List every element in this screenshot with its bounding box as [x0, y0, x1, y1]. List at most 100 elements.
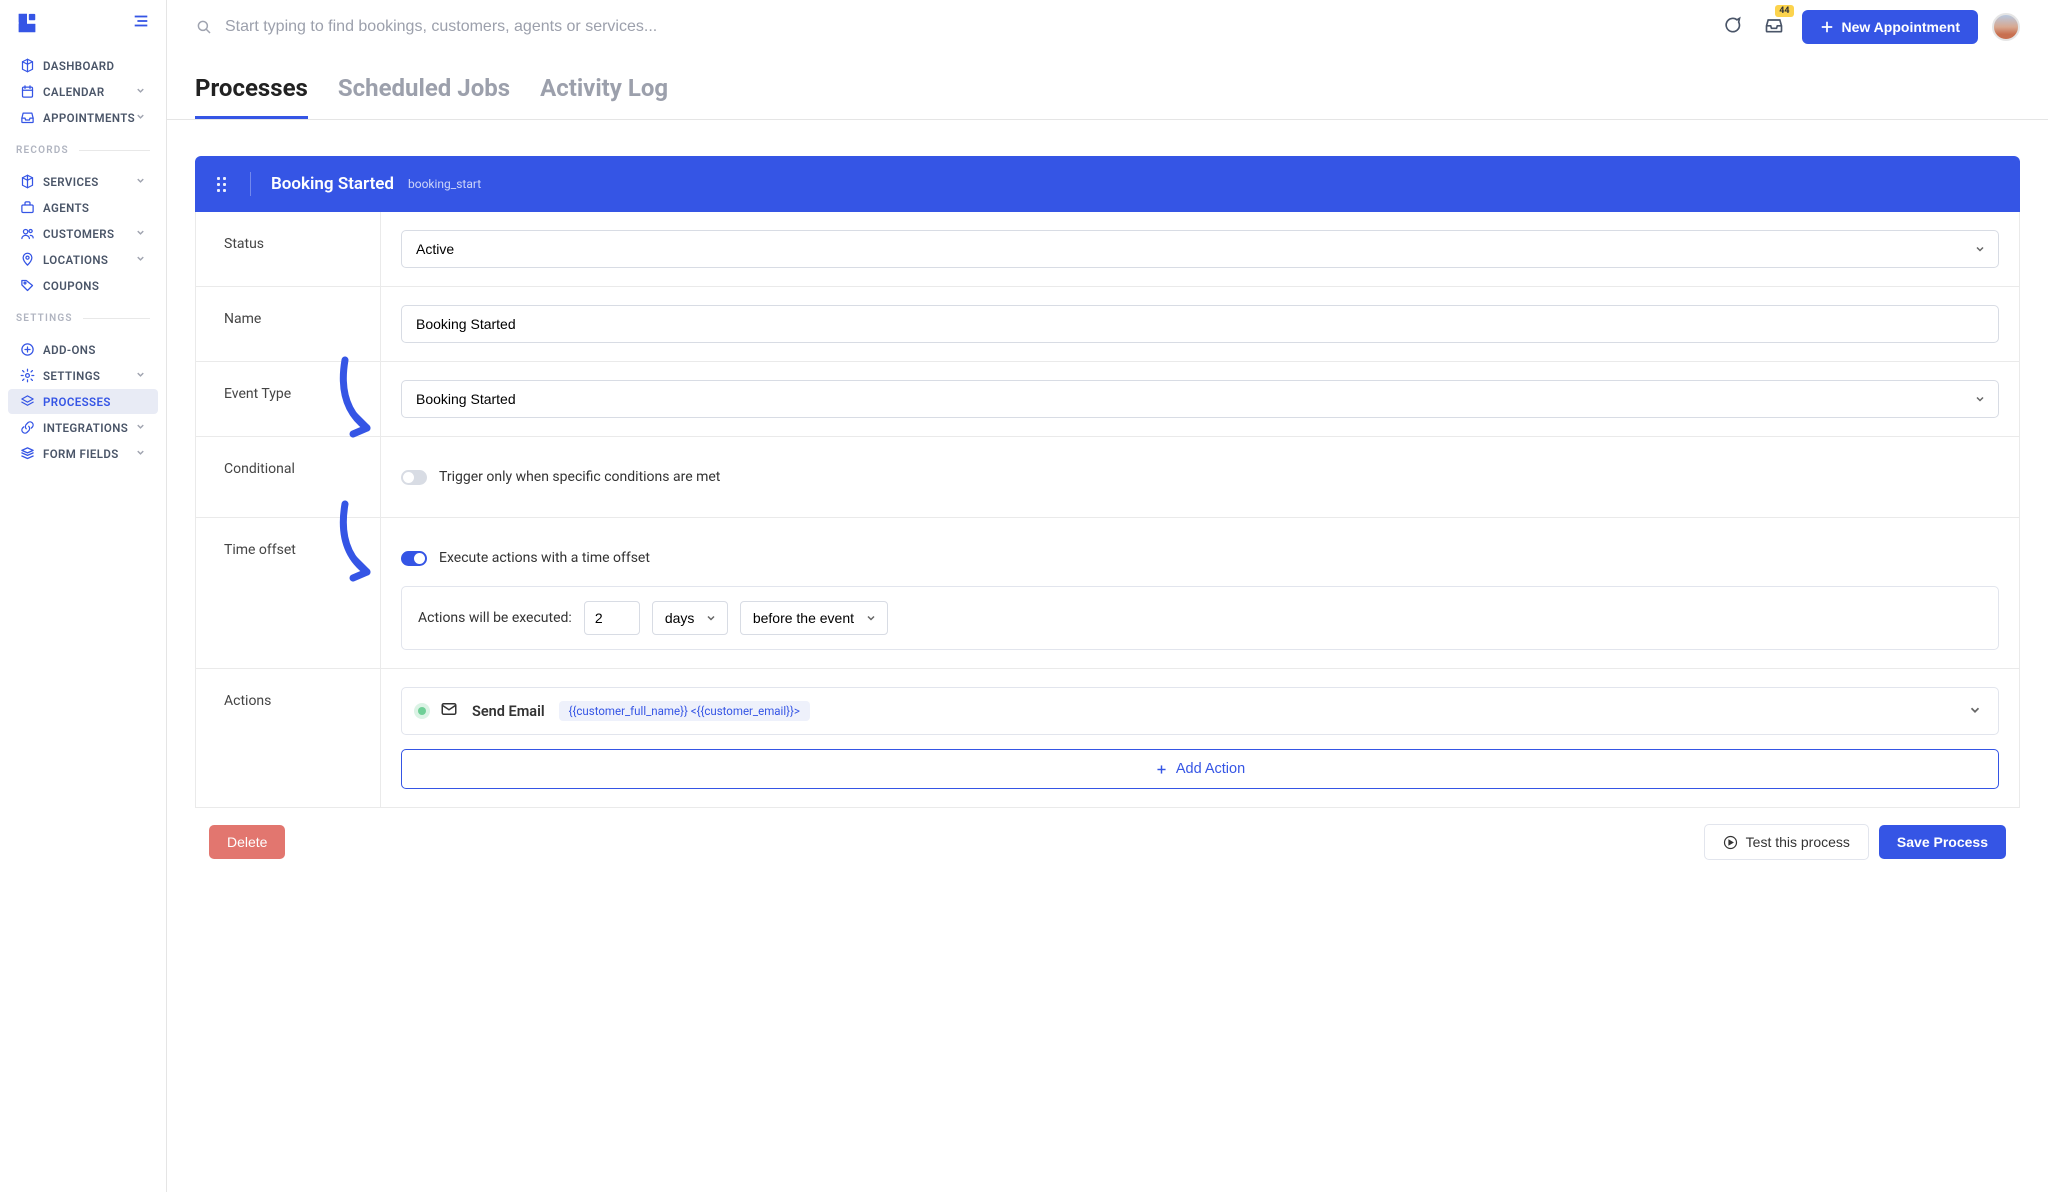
search-input[interactable]	[225, 18, 1704, 36]
time-offset-toggle-label: Execute actions with a time offset	[439, 550, 650, 566]
status-label: Status	[196, 212, 381, 286]
offset-unit-select[interactable]: days	[652, 601, 728, 635]
tab-scheduled-jobs[interactable]: Scheduled Jobs	[338, 74, 510, 119]
test-process-button[interactable]: Test this process	[1704, 824, 1869, 860]
offset-exec-text: Actions will be executed:	[418, 610, 572, 626]
topbar: 44 New Appointment	[167, 0, 2048, 54]
avatar[interactable]	[1992, 13, 2020, 41]
status-select[interactable]: Active	[401, 230, 1999, 268]
panel-footer: Delete Test this process Save Process	[195, 808, 2020, 876]
nav-item-label: SERVICES	[43, 175, 99, 189]
plus-circle-icon	[20, 342, 35, 357]
sidebar-item-services[interactable]: SERVICES	[8, 169, 158, 194]
chevron-down-icon	[135, 111, 146, 125]
sidebar-item-calendar[interactable]: CALENDAR	[8, 79, 158, 104]
nav-item-label: CALENDAR	[43, 85, 105, 99]
briefcase-icon	[20, 200, 35, 215]
offset-value-input[interactable]	[584, 601, 640, 635]
nav-item-label: COUPONS	[43, 279, 99, 293]
pin-icon	[20, 252, 35, 267]
name-input[interactable]	[401, 305, 1999, 343]
calendar-icon	[20, 84, 35, 99]
chevron-down-icon	[135, 421, 146, 435]
chevron-down-icon	[135, 253, 146, 267]
inbox-icon[interactable]: 44	[1760, 11, 1788, 43]
notification-badge: 44	[1775, 5, 1793, 17]
status-dot-icon	[418, 707, 426, 715]
add-action-button[interactable]: Add Action	[401, 749, 1999, 789]
sidebar-item-agents[interactable]: AGENTS	[8, 195, 158, 220]
drag-handle-icon[interactable]	[217, 177, 226, 192]
event-type-select[interactable]: Booking Started	[401, 380, 1999, 418]
sidebar-item-dashboard[interactable]: DASHBOARD	[8, 53, 158, 78]
process-panel: Booking Started booking_start Status Act…	[195, 156, 2020, 876]
nav-item-label: AGENTS	[43, 201, 89, 215]
nav-item-label: LOCATIONS	[43, 253, 108, 267]
nav-item-label: PROCESSES	[43, 395, 111, 409]
action-title: Send Email	[472, 703, 545, 720]
offset-config: Actions will be executed: days before th…	[401, 586, 1999, 650]
conditional-toggle-label: Trigger only when specific conditions ar…	[439, 469, 720, 485]
section-settings-title: SETTINGS	[0, 305, 166, 330]
sidebar-item-customers[interactable]: CUSTOMERS	[8, 221, 158, 246]
logo[interactable]	[16, 12, 38, 34]
nav-item-label: INTEGRATIONS	[43, 421, 128, 435]
offset-relative-select[interactable]: before the event	[740, 601, 888, 635]
name-label: Name	[196, 287, 381, 361]
stack-icon	[20, 446, 35, 461]
layers-icon	[20, 394, 35, 409]
menu-toggle-icon[interactable]	[132, 12, 150, 34]
chat-icon[interactable]	[1718, 11, 1746, 43]
chevron-down-icon	[135, 85, 146, 99]
inbox-icon	[20, 110, 35, 125]
conditional-label: Conditional	[196, 437, 381, 517]
new-appointment-button[interactable]: New Appointment	[1802, 10, 1978, 44]
plus-icon	[1820, 20, 1834, 34]
time-offset-toggle[interactable]	[401, 551, 427, 566]
sidebar-item-form-fields[interactable]: FORM FIELDS	[8, 441, 158, 466]
nav-item-label: CUSTOMERS	[43, 227, 114, 241]
action-item[interactable]: Send Email {{customer_full_name}} <{{cus…	[401, 687, 1999, 735]
chevron-down-icon	[135, 447, 146, 461]
save-process-button[interactable]: Save Process	[1879, 825, 2006, 859]
nav-item-label: SETTINGS	[43, 369, 100, 383]
envelope-icon	[440, 700, 458, 722]
sidebar: DASHBOARD CALENDAR APPOINTMENTS RECORDS SE…	[0, 0, 167, 1192]
nav-item-label: FORM FIELDS	[43, 447, 119, 461]
nav-item-label: DASHBOARD	[43, 59, 114, 73]
link-icon	[20, 420, 35, 435]
panel-title: Booking Started	[271, 174, 394, 194]
chevron-down-icon	[135, 175, 146, 189]
chevron-down-icon	[135, 369, 146, 383]
sidebar-item-appointments[interactable]: APPOINTMENTS	[8, 105, 158, 130]
delete-button[interactable]: Delete	[209, 825, 285, 859]
tag-icon	[20, 278, 35, 293]
sidebar-item-addons[interactable]: ADD-ONS	[8, 337, 158, 362]
tab-processes[interactable]: Processes	[195, 74, 308, 119]
sidebar-item-processes[interactable]: PROCESSES	[8, 389, 158, 414]
cube-icon	[20, 58, 35, 73]
action-recipient-pill: {{customer_full_name}} <{{customer_email…	[559, 701, 810, 721]
play-circle-icon	[1723, 835, 1738, 850]
sidebar-item-integrations[interactable]: INTEGRATIONS	[8, 415, 158, 440]
sidebar-item-locations[interactable]: LOCATIONS	[8, 247, 158, 272]
time-offset-label: Time offset	[196, 518, 381, 668]
search-icon	[195, 18, 213, 36]
tabs: Processes Scheduled Jobs Activity Log	[167, 54, 2048, 120]
actions-label: Actions	[196, 669, 381, 807]
sidebar-item-coupons[interactable]: COUPONS	[8, 273, 158, 298]
panel-slug: booking_start	[408, 177, 481, 191]
search-wrapper	[195, 18, 1704, 36]
chevron-down-icon	[135, 227, 146, 241]
users-icon	[20, 226, 35, 241]
section-records-title: RECORDS	[0, 137, 166, 162]
cube-icon	[20, 174, 35, 189]
sidebar-item-settings[interactable]: SETTINGS	[8, 363, 158, 388]
nav-item-label: APPOINTMENTS	[43, 111, 135, 125]
gear-icon	[20, 368, 35, 383]
conditional-toggle[interactable]	[401, 470, 427, 485]
nav-item-label: ADD-ONS	[43, 343, 96, 357]
tab-activity-log[interactable]: Activity Log	[540, 74, 668, 119]
event-type-label: Event Type	[196, 362, 381, 436]
panel-header: Booking Started booking_start	[195, 156, 2020, 212]
